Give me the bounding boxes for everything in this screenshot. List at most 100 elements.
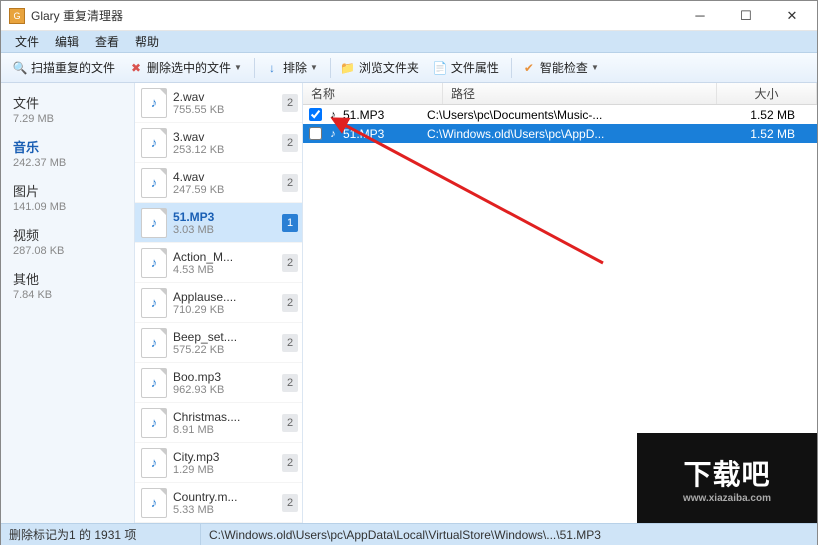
file-item[interactable]: ♪Beep_set....575.22 KB2: [135, 323, 302, 363]
file-info: 4.wav247.59 KB: [173, 170, 280, 196]
browse-button[interactable]: 📁 浏览文件夹: [335, 57, 425, 78]
category-video[interactable]: 视频 287.08 KB: [1, 221, 134, 265]
music-file-icon: ♪: [141, 88, 167, 118]
file-name: Boo.mp3: [173, 370, 280, 384]
browse-label: 浏览文件夹: [359, 59, 419, 76]
music-file-icon: ♪: [141, 408, 167, 438]
file-item[interactable]: ♪ Applause....710.29 KB2: [135, 283, 302, 323]
file-item[interactable]: ♪Christmas....8.91 MB2: [135, 403, 302, 443]
watermark: 下载吧 www.xiazaiba.com: [637, 433, 817, 523]
music-file-icon: ♪: [141, 288, 167, 318]
file-item[interactable]: ♪City.mp31.29 MB2: [135, 443, 302, 483]
dup-count-badge: 1: [282, 214, 298, 232]
category-other[interactable]: 其他 7.84 KB: [1, 265, 134, 309]
app-icon: G: [9, 8, 25, 24]
file-size: 247.59 KB: [173, 184, 280, 196]
exclude-icon: ↓: [265, 61, 279, 75]
file-item[interactable]: ♪Country.m...5.33 MB2: [135, 483, 302, 523]
music-file-icon: ♪: [141, 208, 167, 238]
category-music[interactable]: 音乐 242.37 MB: [1, 133, 134, 177]
scan-button[interactable]: 🔍 扫描重复的文件: [7, 57, 121, 78]
file-name: City.mp3: [173, 450, 280, 464]
maximize-button[interactable]: ☐: [723, 1, 769, 30]
category-name: 图片: [13, 181, 122, 200]
dup-count-badge: 2: [282, 374, 298, 392]
music-file-icon: ♪: [141, 328, 167, 358]
window-title: Glary 重复清理器: [31, 7, 677, 24]
scan-label: 扫描重复的文件: [31, 59, 115, 76]
file-info: 2.wav755.55 KB: [173, 90, 280, 116]
dup-count-badge: 2: [282, 94, 298, 112]
file-item[interactable]: ♪51.MP33.03 MB1: [135, 203, 302, 243]
category-files[interactable]: 文件 7.29 MB: [1, 89, 134, 133]
file-size: 5.33 MB: [173, 504, 280, 516]
toolbar-separator: [511, 58, 512, 78]
category-name: 视频: [13, 225, 122, 244]
category-size: 141.09 MB: [13, 201, 122, 213]
file-item[interactable]: ♪Action_M...4.53 MB2: [135, 243, 302, 283]
file-size: 8.91 MB: [173, 424, 280, 436]
toolbar: 🔍 扫描重复的文件 ✖ 删除选中的文件 ▼ ↓ 排除 ▼ 📁 浏览文件夹 📄 文…: [1, 53, 817, 83]
detail-row[interactable]: ♪51.MP3C:\Windows.old\Users\pc\AppD...1.…: [303, 124, 817, 143]
close-button[interactable]: ✕: [769, 1, 815, 30]
file-info: Beep_set....575.22 KB: [173, 330, 280, 356]
menu-help[interactable]: 帮助: [127, 31, 167, 52]
file-name: Applause....: [173, 290, 280, 304]
music-file-icon: ♪: [141, 248, 167, 278]
file-size: 253.12 KB: [173, 144, 280, 156]
exclude-label: 排除: [283, 59, 307, 76]
row-path: C:\Users\pc\Documents\Music-...: [423, 108, 713, 122]
file-size: 755.55 KB: [173, 104, 280, 116]
music-file-icon: ♪: [326, 127, 340, 141]
menu-bar: 文件 编辑 查看 帮助: [1, 31, 817, 53]
menu-view[interactable]: 查看: [87, 31, 127, 52]
dup-count-badge: 2: [282, 294, 298, 312]
watermark-url: www.xiazaiba.com: [683, 493, 771, 504]
props-button[interactable]: 📄 文件属性: [427, 57, 505, 78]
delete-button[interactable]: ✖ 删除选中的文件 ▼: [123, 57, 248, 78]
file-name: Action_M...: [173, 250, 280, 264]
minimize-button[interactable]: ─: [677, 1, 723, 30]
detail-pane: 名称 路径 大小 ♪51.MP3C:\Users\pc\Documents\Mu…: [303, 83, 817, 523]
file-list[interactable]: ♪2.wav755.55 KB2♪3.wav253.12 KB2♪4.wav24…: [135, 83, 303, 523]
file-item[interactable]: ♪2.wav755.55 KB2: [135, 83, 302, 123]
menu-file[interactable]: 文件: [7, 31, 47, 52]
col-path[interactable]: 路径: [443, 83, 717, 104]
chevron-down-icon: ▼: [310, 63, 318, 72]
category-size: 7.29 MB: [13, 113, 122, 125]
check-icon: ✔: [522, 61, 536, 75]
detail-row[interactable]: ♪51.MP3C:\Users\pc\Documents\Music-...1.…: [303, 105, 817, 124]
file-info: 51.MP33.03 MB: [173, 210, 280, 236]
dup-count-badge: 2: [282, 334, 298, 352]
col-name[interactable]: 名称: [303, 83, 443, 104]
category-pictures[interactable]: 图片 141.09 MB: [1, 177, 134, 221]
file-item[interactable]: ♪3.wav253.12 KB2: [135, 123, 302, 163]
exclude-button[interactable]: ↓ 排除 ▼: [259, 57, 324, 78]
props-label: 文件属性: [451, 59, 499, 76]
row-checkbox[interactable]: [309, 127, 322, 140]
music-file-icon: ♪: [141, 168, 167, 198]
detail-header: 名称 路径 大小: [303, 83, 817, 105]
file-info: 3.wav253.12 KB: [173, 130, 280, 156]
smart-button[interactable]: ✔ 智能检查 ▼: [516, 57, 605, 78]
status-bar: 删除标记为1 的 1931 项 C:\Windows.old\Users\pc\…: [1, 523, 817, 545]
col-size[interactable]: 大小: [717, 83, 817, 104]
file-name: 51.MP3: [173, 210, 280, 224]
category-name: 音乐: [13, 137, 122, 156]
file-size: 710.29 KB: [173, 304, 280, 316]
toolbar-separator: [330, 58, 331, 78]
file-name: Beep_set....: [173, 330, 280, 344]
file-name: 3.wav: [173, 130, 280, 144]
music-file-icon: ♪: [141, 448, 167, 478]
row-checkbox[interactable]: [309, 108, 322, 121]
file-info: Christmas....8.91 MB: [173, 410, 280, 436]
menu-edit[interactable]: 编辑: [47, 31, 87, 52]
file-item[interactable]: ♪4.wav247.59 KB2: [135, 163, 302, 203]
toolbar-separator: [254, 58, 255, 78]
category-name: 文件: [13, 93, 122, 112]
file-name: 2.wav: [173, 90, 280, 104]
row-size: 1.52 MB: [713, 127, 813, 141]
music-file-icon: ♪: [141, 128, 167, 158]
dup-count-badge: 2: [282, 414, 298, 432]
file-item[interactable]: ♪Boo.mp3962.93 KB2: [135, 363, 302, 403]
